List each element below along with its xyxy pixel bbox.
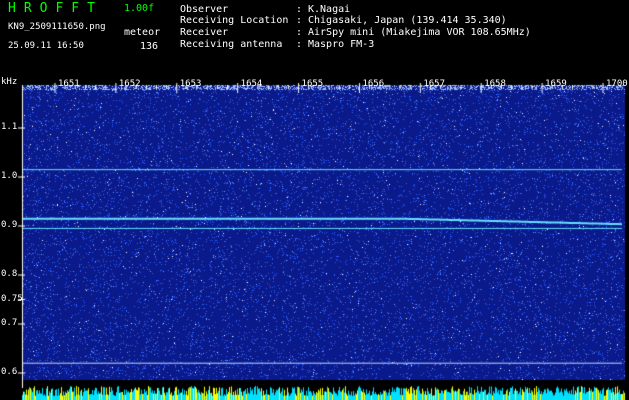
meta-key-location: Receiving Location [180, 15, 289, 26]
x-tick-label: 1659 [545, 79, 567, 89]
spectrogram-canvas [0, 75, 629, 400]
file-name: KN9_2509111650.png [8, 22, 106, 32]
meta-sep: : [296, 39, 303, 50]
spectrogram-panel: kHz 1651 1652 1653 1654 1655 1656 1657 1658 1659… [0, 75, 629, 400]
x-tick-label: 1653 [179, 79, 202, 89]
meta-value-location: Chigasaki, Japan (139.414 35.340) [308, 15, 507, 26]
meta-key-observer: Observer [180, 4, 229, 15]
meta-sep: : [296, 27, 303, 38]
y-tick-label: 0.6 [1, 367, 18, 377]
app-version: 1.00f [124, 3, 155, 14]
meta-value-receiver: AirSpy mini (Miakejima VOR 108.65MHz) [308, 27, 531, 38]
x-tick-label: 1655 [301, 79, 324, 89]
y-tick-label: 0.7 [1, 318, 18, 328]
y-tick-label: 0.75 [1, 293, 23, 304]
meta-sep: : [296, 15, 303, 26]
y-tick-label: 0.8 [1, 269, 18, 279]
meta-key-receiver: Receiver [180, 27, 229, 38]
x-tick-label: 1658 [484, 79, 506, 89]
x-tick-label: 1656 [362, 79, 385, 89]
y-axis-label: kHz [1, 77, 18, 87]
meta-sep: : [296, 4, 303, 15]
meta-key-antenna: Receiving antenna [180, 39, 283, 50]
app-title: HROFFT [8, 1, 103, 16]
y-tick-label: 1.1 [1, 122, 18, 132]
y-tick-label: 1.0 [1, 171, 18, 181]
count-label: 136 [140, 41, 159, 52]
y-tick-label: 0.9 [1, 220, 18, 230]
x-tick-label: 1652 [118, 79, 141, 89]
meta-value-observer: K.Nagai [308, 4, 351, 15]
header-panel: HROFFT 1.00f KN9_2509111650.png 25.09.11… [0, 0, 629, 75]
meta-value-antenna: Maspro FM-3 [308, 39, 375, 50]
date-time: 25.09.11 16:50 [8, 41, 84, 51]
x-tick-label: 1654 [240, 79, 263, 89]
x-tick-label: 1651 [58, 79, 80, 89]
x-tick-label: 1657 [423, 79, 446, 89]
mode-label: meteor [124, 27, 161, 38]
x-tick-label: 1700 [606, 79, 628, 89]
